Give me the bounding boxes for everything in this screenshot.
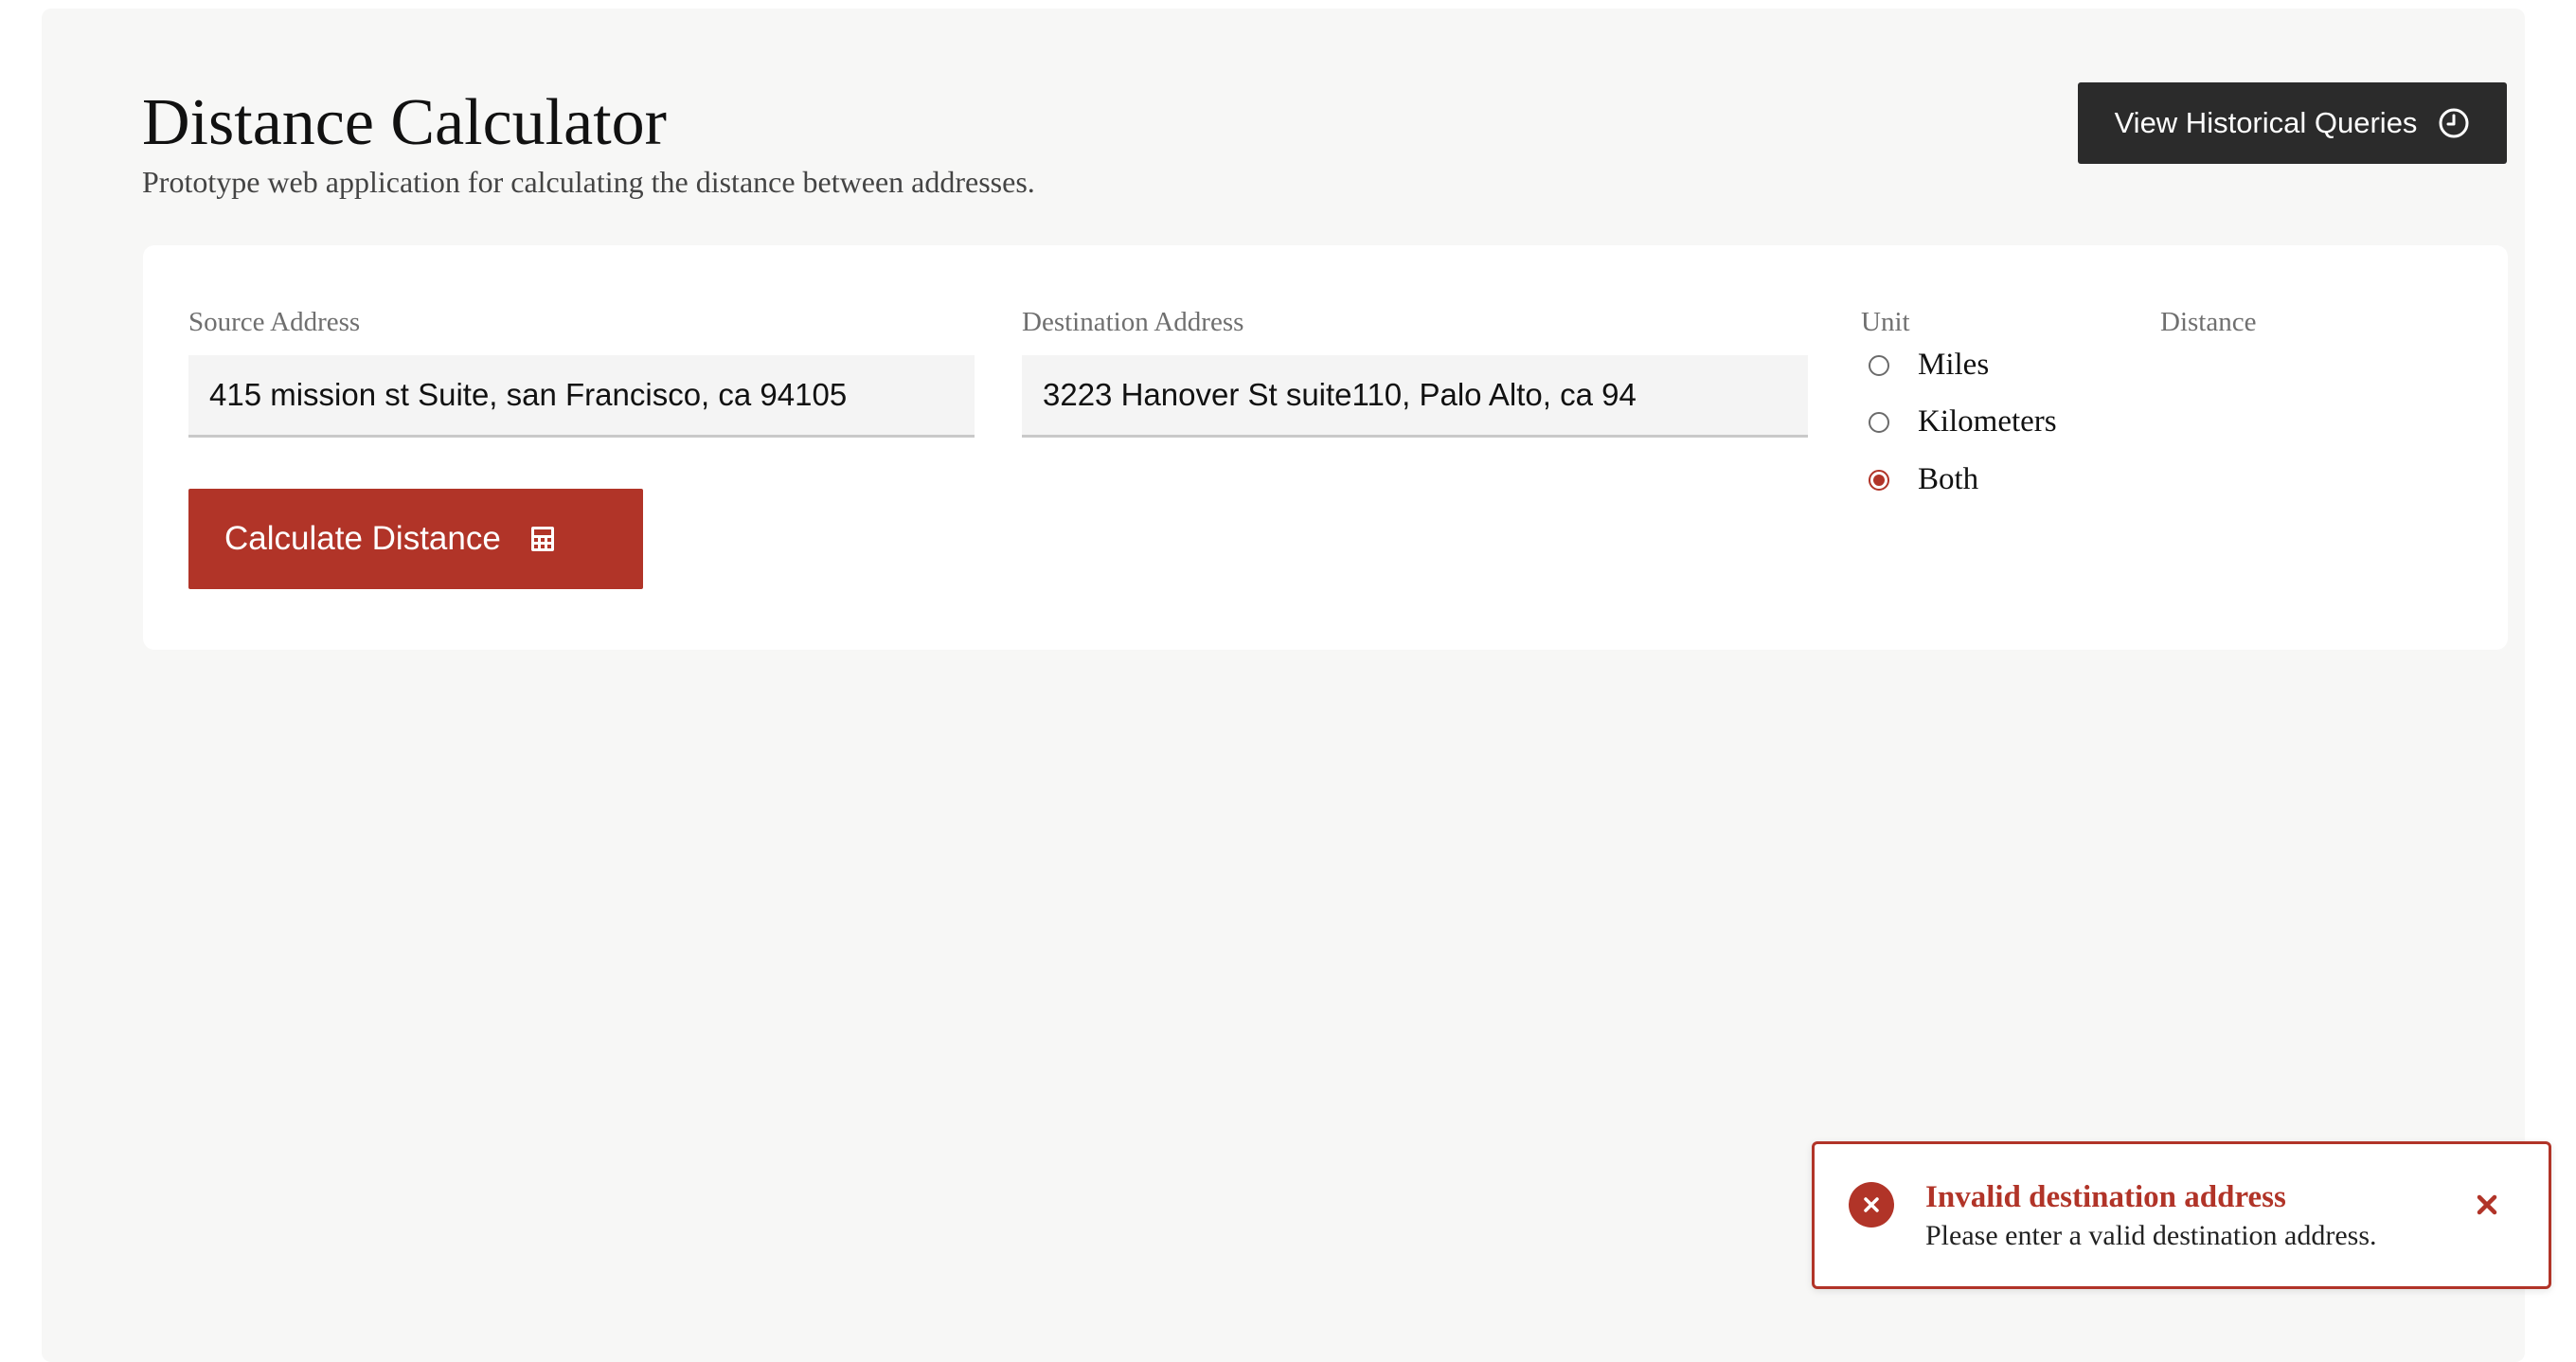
radio-kilometers[interactable]	[1869, 411, 1889, 433]
calculator-icon	[529, 525, 556, 553]
error-circle-icon	[1849, 1182, 1894, 1228]
clock-icon	[2438, 107, 2470, 139]
toast-title: Invalid destination address	[1925, 1180, 2286, 1214]
unit-option-label: Both	[1918, 462, 1979, 496]
source-address-input[interactable]	[188, 355, 975, 438]
history-button-label: View Historical Queries	[2114, 106, 2418, 139]
destination-address-input[interactable]	[1022, 355, 1808, 438]
error-toast: Invalid destination address Please enter…	[1812, 1141, 2551, 1289]
radio-miles[interactable]	[1869, 354, 1889, 376]
unit-option-label: Kilometers	[1918, 404, 2057, 439]
close-icon[interactable]	[2468, 1186, 2506, 1224]
view-historical-queries-button[interactable]: View Historical Queries	[2078, 82, 2507, 164]
destination-address-label: Destination Address	[1022, 307, 1244, 337]
unit-label: Unit	[1861, 307, 1910, 337]
unit-option-label: Miles	[1918, 348, 1990, 382]
distance-form-card: Source Address Destination Address Calcu…	[143, 245, 2508, 650]
source-address-label: Source Address	[188, 307, 361, 337]
toast-message: Please enter a valid destination address…	[1925, 1220, 2377, 1251]
page-title: Distance Calculator	[142, 86, 667, 159]
radio-both[interactable]	[1869, 469, 1889, 491]
unit-option-kilometers[interactable]: Kilometers	[1861, 404, 2057, 439]
distance-label: Distance	[2160, 307, 2257, 337]
unit-option-both[interactable]: Both	[1861, 462, 1978, 497]
calculate-button-label: Calculate Distance	[224, 520, 501, 557]
page-subtitle: Prototype web application for calculatin…	[142, 165, 1035, 199]
unit-option-miles[interactable]: Miles	[1861, 348, 1989, 383]
calculate-distance-button[interactable]: Calculate Distance	[188, 489, 643, 589]
